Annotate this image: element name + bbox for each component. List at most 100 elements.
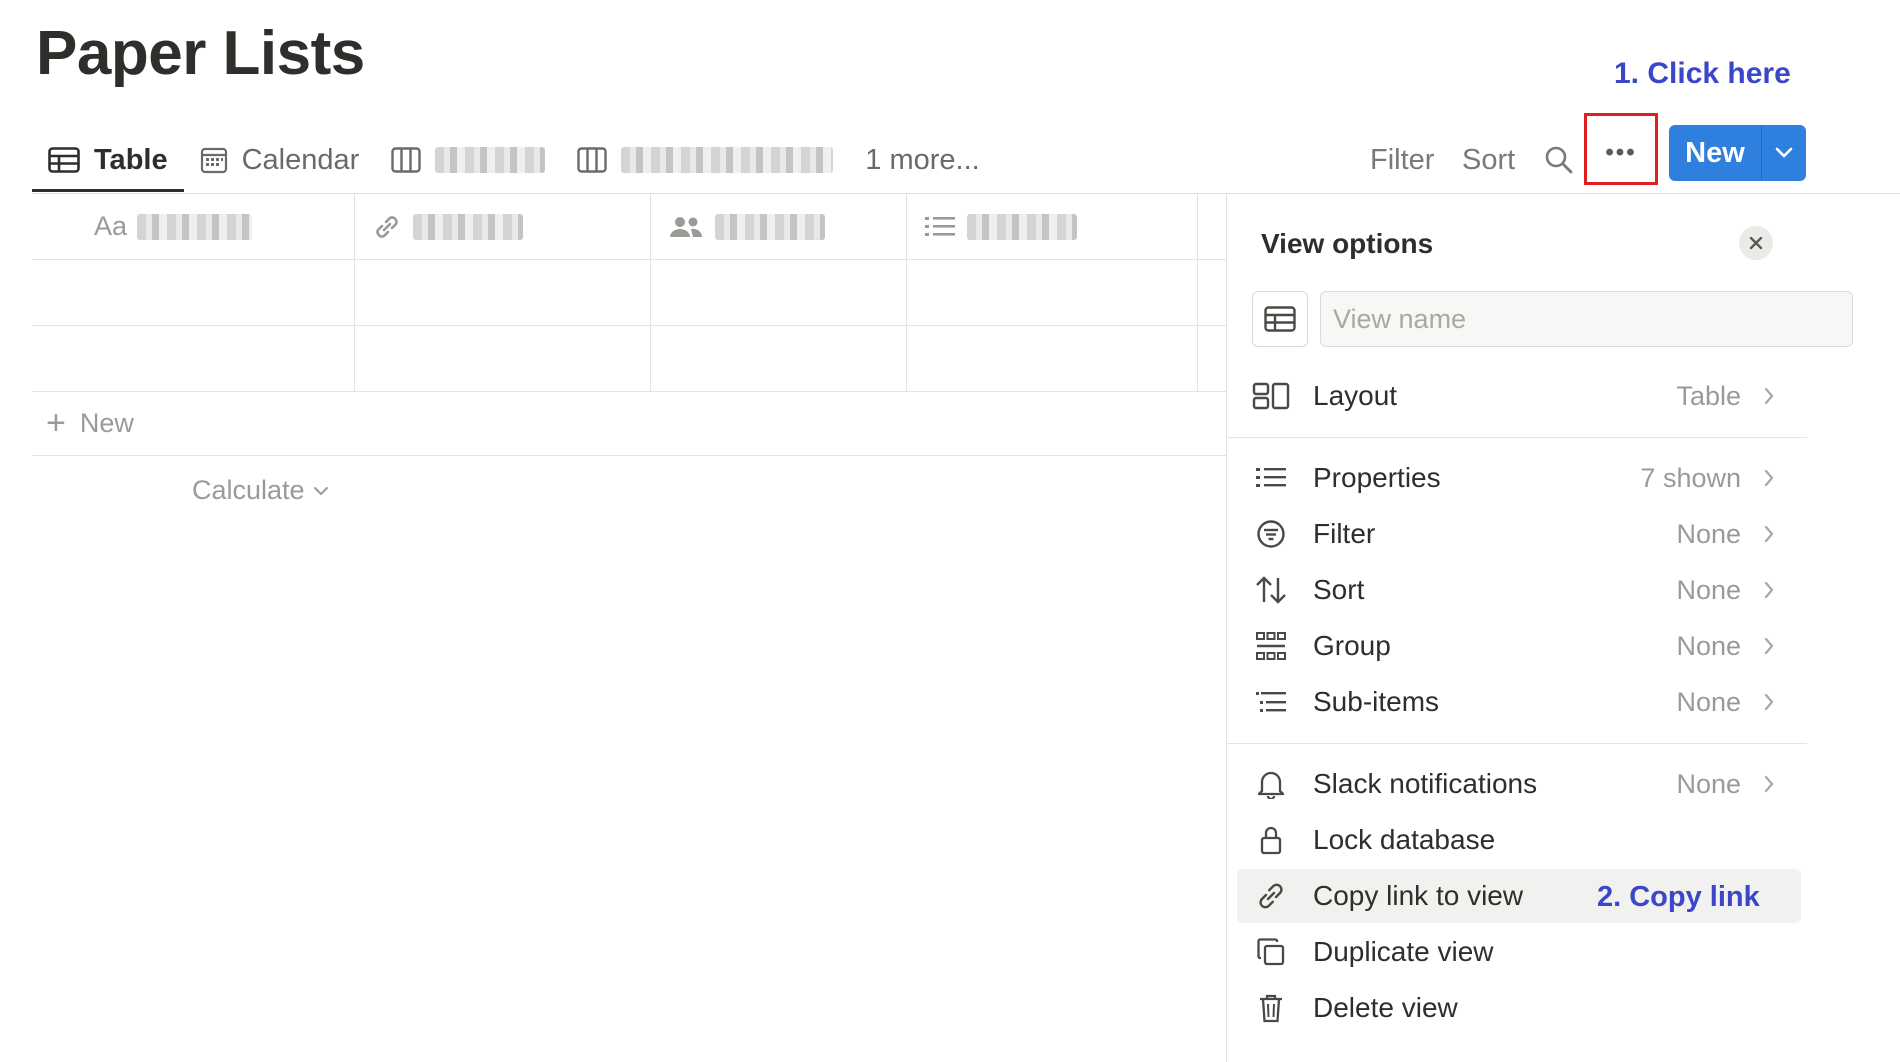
more-options-button[interactable]: •••: [1592, 126, 1650, 180]
tab-board-2[interactable]: [561, 128, 849, 192]
menu-item-lock-database[interactable]: Lock database: [1237, 813, 1801, 867]
column-header-person[interactable]: [651, 194, 907, 259]
table-cell[interactable]: [1198, 326, 1227, 391]
tab-calendar[interactable]: Calendar: [184, 128, 376, 192]
table-icon: [48, 147, 80, 173]
more-views-link[interactable]: 1 more...: [849, 144, 995, 177]
table-icon: [1264, 306, 1296, 332]
chevron-right-icon: [1764, 693, 1774, 711]
new-dropdown-button[interactable]: [1761, 125, 1806, 181]
trash-icon: [1260, 994, 1282, 1023]
table-cell[interactable]: [355, 260, 651, 325]
table-cell[interactable]: [355, 326, 651, 391]
menu-item-label: Properties: [1313, 462, 1441, 493]
menu-item-properties[interactable]: Properties 7 shown: [1237, 451, 1801, 505]
panel-title: View options: [1261, 228, 1434, 259]
chevron-down-icon: [313, 486, 328, 495]
menu-divider: [1227, 437, 1807, 438]
tab-table[interactable]: Table: [32, 128, 184, 192]
menu-item-label: Layout: [1313, 380, 1398, 411]
view-icon-picker[interactable]: [1252, 291, 1308, 347]
sort-icon: [1256, 576, 1286, 604]
column-header-list[interactable]: [907, 194, 1198, 259]
menu-item-layout[interactable]: Layout Table: [1237, 369, 1801, 423]
database-table: Aa + New: [32, 194, 1227, 456]
menu-item-duplicate-view[interactable]: Duplicate view: [1237, 925, 1801, 979]
calculate-button[interactable]: Calculate: [192, 475, 329, 506]
chevron-right-icon: [1764, 469, 1774, 487]
column-header-partial[interactable]: [1198, 194, 1227, 259]
table-cell[interactable]: [1198, 260, 1227, 325]
board-icon: [391, 147, 421, 173]
menu-item-label: Slack notifications: [1313, 768, 1538, 799]
blurred-column-name: [413, 213, 523, 240]
table-cell[interactable]: [651, 326, 907, 391]
plus-icon: +: [46, 404, 66, 442]
menu-divider: [1227, 743, 1807, 744]
people-icon: [670, 216, 703, 237]
annotation-copy-link: 2. Copy link: [1597, 881, 1760, 913]
tab-table-label: Table: [94, 143, 168, 176]
menu-item-copy-link[interactable]: Copy link to view 2. Copy link: [1237, 869, 1801, 923]
blurred-column-name: [967, 213, 1077, 240]
chevron-down-icon: [1775, 147, 1793, 158]
add-row-label: New: [79, 408, 134, 438]
menu-item-filter[interactable]: Filter None: [1237, 507, 1801, 561]
menu-item-group[interactable]: Group None: [1237, 619, 1801, 673]
menu-item-value: None: [1676, 768, 1741, 799]
table-cell[interactable]: [32, 260, 355, 325]
list-icon: [925, 216, 955, 236]
close-icon: [1749, 236, 1763, 250]
blurred-tab-label: [435, 147, 546, 173]
chevron-right-icon: [1764, 775, 1774, 793]
page-title: Paper Lists: [36, 19, 365, 88]
chevron-right-icon: [1764, 581, 1774, 599]
menu-item-label: Copy link to view: [1313, 880, 1524, 911]
link-icon: [376, 215, 398, 238]
table-row[interactable]: [32, 260, 1227, 326]
table-cell[interactable]: [907, 326, 1198, 391]
annotation-click-here: 1. Click here: [1614, 57, 1791, 90]
view-tabs: Table Calendar 1 more...: [32, 128, 996, 192]
menu-item-sort[interactable]: Sort None: [1237, 563, 1801, 617]
menu-item-label: Duplicate view: [1313, 936, 1494, 967]
menu-item-value: None: [1676, 686, 1741, 717]
table-cell[interactable]: [907, 260, 1198, 325]
calendar-icon: [200, 147, 227, 174]
table-row[interactable]: [32, 326, 1227, 392]
tab-calendar-label: Calendar: [241, 143, 360, 176]
search-icon[interactable]: [1544, 145, 1574, 175]
menu-item-value: None: [1676, 574, 1741, 605]
menu-item-value: None: [1676, 518, 1741, 549]
bell-icon: [1257, 771, 1285, 799]
menu-item-slack-notifications[interactable]: Slack notifications None: [1237, 757, 1801, 811]
menu-item-value: Table: [1676, 380, 1741, 411]
sort-button[interactable]: Sort: [1462, 144, 1515, 177]
menu-item-delete-view[interactable]: Delete view: [1237, 981, 1801, 1035]
view-name-input[interactable]: [1320, 291, 1853, 347]
add-row-button[interactable]: + New: [32, 392, 1227, 456]
menu-item-value: 7 shown: [1640, 462, 1741, 493]
column-header-title[interactable]: Aa: [32, 194, 355, 259]
lock-icon: [1260, 826, 1282, 855]
table-cell[interactable]: [651, 260, 907, 325]
table-cell[interactable]: [32, 326, 355, 391]
layout-icon: [1252, 382, 1290, 410]
calculate-label: Calculate: [192, 475, 305, 505]
group-icon: [1256, 632, 1286, 660]
duplicate-icon: [1257, 938, 1285, 966]
chevron-right-icon: [1764, 637, 1774, 655]
menu-item-label: Delete view: [1313, 992, 1458, 1023]
close-button[interactable]: [1739, 226, 1773, 260]
menu-item-subitems[interactable]: Sub-items None: [1237, 675, 1801, 729]
chevron-right-icon: [1764, 387, 1774, 405]
new-button[interactable]: New: [1669, 125, 1761, 181]
menu-item-value: None: [1676, 630, 1741, 661]
column-header-url[interactable]: [355, 194, 651, 259]
tab-board-1[interactable]: [375, 128, 561, 192]
text-type-icon: Aa: [94, 211, 128, 241]
menu-item-label: Lock database: [1313, 824, 1496, 855]
menu-item-label: Filter: [1313, 518, 1376, 549]
filter-button[interactable]: Filter: [1370, 144, 1434, 177]
new-button-group: New: [1669, 125, 1806, 181]
